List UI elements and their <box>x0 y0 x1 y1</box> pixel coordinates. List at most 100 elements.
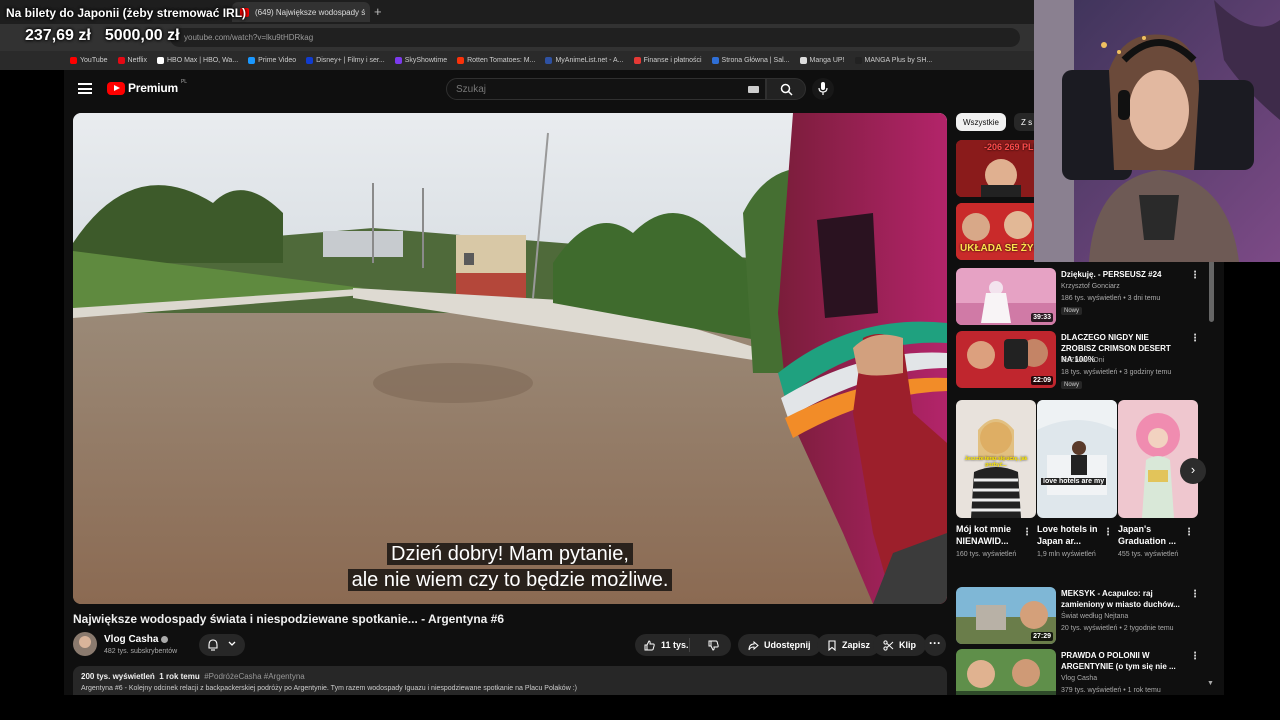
search-button[interactable] <box>766 78 806 100</box>
bookmark-favicon-icon <box>799 57 807 64</box>
short-item[interactable]: Jeszcze teraz się uczę, jak pozbyć... Mó… <box>956 400 1036 560</box>
new-tab-icon[interactable]: + <box>374 4 382 19</box>
bookmark-item[interactable]: Disney+ | Filmy i ser... <box>306 57 385 64</box>
more-options-icon[interactable]: ⋮ <box>1190 333 1200 344</box>
video-subtitles: Dzień dobry! Mam pytanie, ale nie wiem c… <box>73 541 947 593</box>
video-frame-image <box>73 113 947 604</box>
bookmark-item[interactable]: MANGA Plus by SH... <box>854 57 932 64</box>
keyboard-icon[interactable] <box>748 86 759 93</box>
thumbs-down-icon <box>708 640 719 651</box>
browser-tab-active[interactable]: (649) Największe wodospady ś × <box>232 2 370 22</box>
subtitle-line-2: ale nie wiem czy to będzie możliwe. <box>347 569 673 591</box>
current-amount: 237,69 zł <box>25 27 91 44</box>
donation-goal-title: Na bilety do Japonii (żeby stremować IRL… <box>6 6 247 20</box>
like-count: 11 tys. <box>661 640 689 650</box>
new-badge: Nowy <box>1061 307 1083 315</box>
description-tags[interactable]: #PodróżeCasha #Argentyna <box>204 672 305 681</box>
short-title: Love hotels in Japan ar... <box>1037 524 1098 546</box>
youtube-play-icon <box>107 81 125 95</box>
bookmark-favicon-icon <box>70 57 77 64</box>
bookmark-label: Netflix <box>127 57 147 64</box>
bookmark-item[interactable]: Rotten Tomatoes: M... <box>457 57 535 64</box>
more-options-icon[interactable]: ⋮ <box>1190 651 1200 662</box>
webcam-overlay <box>1034 0 1280 262</box>
recommendation-views: 186 tys. wyświetleń • 3 dni temu <box>1061 295 1161 302</box>
bookmark-item[interactable]: SkyShowtime <box>394 57 447 64</box>
short-views: 160 tys. wyświetleń <box>956 551 1017 558</box>
thumbs-up-icon <box>644 639 655 650</box>
share-label: Udostępnij <box>764 640 811 650</box>
bookmark-label: Rotten Tomatoes: M... <box>467 57 536 64</box>
donation-goal-amounts: 237,69 zł 5000,00 zł <box>25 27 194 45</box>
notification-bell-button[interactable] <box>199 634 245 656</box>
video-thumbnail: 27:29 <box>956 587 1056 644</box>
bookmark-item[interactable]: Manga UP! <box>799 57 845 64</box>
short-item[interactable]: love hotels are my Love hotels in Japan … <box>1037 400 1117 560</box>
recommendation-channel: To Znowu Oni <box>1061 357 1105 364</box>
short-thumbnail: Jeszcze teraz się uczę, jak pozbyć... <box>956 400 1036 518</box>
recommendation-channel: Vlog Casha <box>1061 675 1098 682</box>
bookmark-favicon-icon <box>457 57 465 64</box>
dislike-button[interactable] <box>695 640 731 651</box>
url-field[interactable]: youtube.com/watch?v=lku9tHDRkag <box>170 28 1020 47</box>
description-date: 1 rok temu <box>159 672 200 681</box>
new-badge: Nowy <box>1061 381 1083 389</box>
channel-name-text: Vlog Casha <box>104 634 159 645</box>
bookmark-item[interactable]: MyAnimeList.net - A... <box>545 57 624 64</box>
url-text: youtube.com/watch?v=lku9tHDRkag <box>184 33 314 42</box>
video-description[interactable]: 200 tys. wyświetleń 1 rok temu #PodróżeC… <box>73 666 947 695</box>
webcam-image <box>1034 0 1280 262</box>
more-options-icon[interactable]: ⋮ <box>1022 527 1032 538</box>
clip-button[interactable]: Klip <box>873 634 926 656</box>
list-item[interactable]: 39:33 Dziękuję. - PERSEUSZ #24 Krzysztof… <box>956 268 1211 326</box>
more-options-icon[interactable]: ⋮ <box>1184 527 1194 538</box>
youtube-premium-logo[interactable]: Premium PL <box>107 79 187 95</box>
short-thumbnail-image <box>1037 400 1117 518</box>
short-views: 1,9 mln wyświetleń <box>1037 551 1096 558</box>
channel-row: Vlog Casha 482 tys. subskrybentów 11 tys… <box>73 632 947 658</box>
logo-text: Premium <box>128 81 178 95</box>
bookmark-item[interactable]: Finanse i płatności <box>633 57 702 64</box>
bookmark-icon <box>828 639 836 651</box>
goal-amount: 5000,00 zł <box>104 27 180 44</box>
description-text: Argentyna #6 - Kolejny odcinek relacji z… <box>81 685 577 692</box>
share-icon <box>748 640 759 650</box>
search-icon <box>780 83 793 96</box>
search-input[interactable]: Szukaj <box>446 78 766 100</box>
bookmark-favicon-icon <box>633 57 641 64</box>
save-button[interactable]: Zapisz <box>817 634 881 656</box>
channel-name[interactable]: Vlog Casha <box>104 634 169 645</box>
list-item[interactable]: PRAWDA O POLONII W ARGENTYNIE (o tym się… <box>956 649 1211 695</box>
bookmark-favicon-icon <box>711 57 719 64</box>
voice-search-button[interactable] <box>812 78 834 100</box>
recommendation-channel: Krzysztof Gonciarz <box>1061 283 1120 290</box>
bookmark-favicon-icon <box>248 57 256 64</box>
bookmark-item[interactable]: Prime Video <box>248 57 296 64</box>
share-button[interactable]: Udostępnij <box>738 634 821 656</box>
channel-avatar[interactable] <box>73 632 97 656</box>
subscriber-count: 482 tys. subskrybentów <box>104 648 178 655</box>
chip-all[interactable]: Wszystkie <box>956 113 1006 131</box>
list-item[interactable]: 27:29 MEKSYK - Acapulco: raj zamieniony … <box>956 587 1211 645</box>
video-player[interactable]: Dzień dobry! Mam pytanie, ale nie wiem c… <box>73 113 947 604</box>
sidebar-scrollbar[interactable] <box>1209 260 1214 322</box>
bookmark-label: Manga UP! <box>809 57 845 64</box>
shorts-next-button[interactable]: › <box>1180 458 1206 484</box>
thumbnail-caption: UKŁADA SE ŻYC <box>960 243 1041 254</box>
list-item[interactable]: 22:09 DLACZEGO NIGDY NIE ZROBISZ CRIMSON… <box>956 331 1211 389</box>
bookmark-favicon-icon <box>117 57 125 64</box>
like-button[interactable]: 11 tys. <box>635 638 691 652</box>
bookmark-item[interactable]: Strona Główna | Sal... <box>711 57 790 64</box>
bookmark-item[interactable]: YouTube <box>70 57 108 64</box>
bookmark-item[interactable]: HBO Max | HBO, Wa... <box>156 57 238 64</box>
thumbnail-caption: -206 269 PLN <box>984 142 1041 152</box>
hamburger-menu-icon[interactable] <box>78 83 92 94</box>
like-dislike-group: 11 tys. <box>635 634 731 656</box>
more-options-icon[interactable]: ⋮ <box>1190 589 1200 600</box>
thumbnail-image <box>956 649 1056 695</box>
more-options-icon[interactable]: ⋮ <box>1190 270 1200 281</box>
bookmark-item[interactable]: Netflix <box>117 57 147 64</box>
more-actions-icon[interactable]: ··· <box>924 634 946 656</box>
scroll-down-arrow-icon[interactable]: ▼ <box>1207 680 1214 687</box>
more-options-icon[interactable]: ⋮ <box>1103 527 1113 538</box>
